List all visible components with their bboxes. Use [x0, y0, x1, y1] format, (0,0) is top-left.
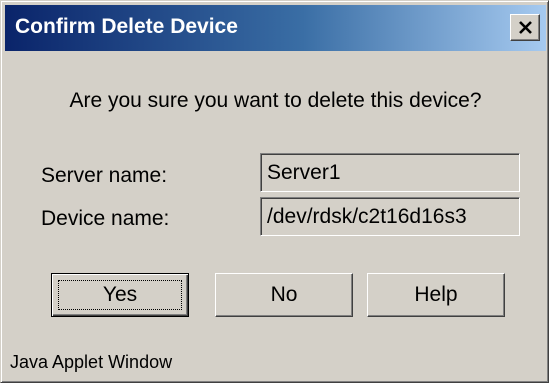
confirm-delete-dialog: Confirm Delete Device Are you sure you w…: [0, 0, 549, 383]
help-button-label: Help: [414, 283, 458, 306]
close-button[interactable]: [510, 14, 540, 41]
no-button[interactable]: No: [215, 273, 353, 317]
yes-button[interactable]: Yes: [51, 273, 189, 317]
close-icon: [519, 21, 532, 34]
server-name-field: Server1: [260, 153, 520, 192]
device-name-label: Device name:: [41, 207, 170, 230]
no-button-label: No: [270, 283, 298, 306]
title-bar[interactable]: Confirm Delete Device: [5, 5, 546, 51]
dialog-title: Confirm Delete Device: [15, 15, 238, 38]
device-name-field: /dev/rdsk/c2t16d16s3: [260, 197, 520, 236]
help-button[interactable]: Help: [367, 273, 505, 317]
applet-status-text: Java Applet Window: [10, 352, 173, 372]
server-name-label: Server name:: [41, 164, 168, 187]
yes-button-label: Yes: [102, 283, 138, 306]
confirmation-message: Are you sure you want to delete this dev…: [69, 89, 482, 112]
